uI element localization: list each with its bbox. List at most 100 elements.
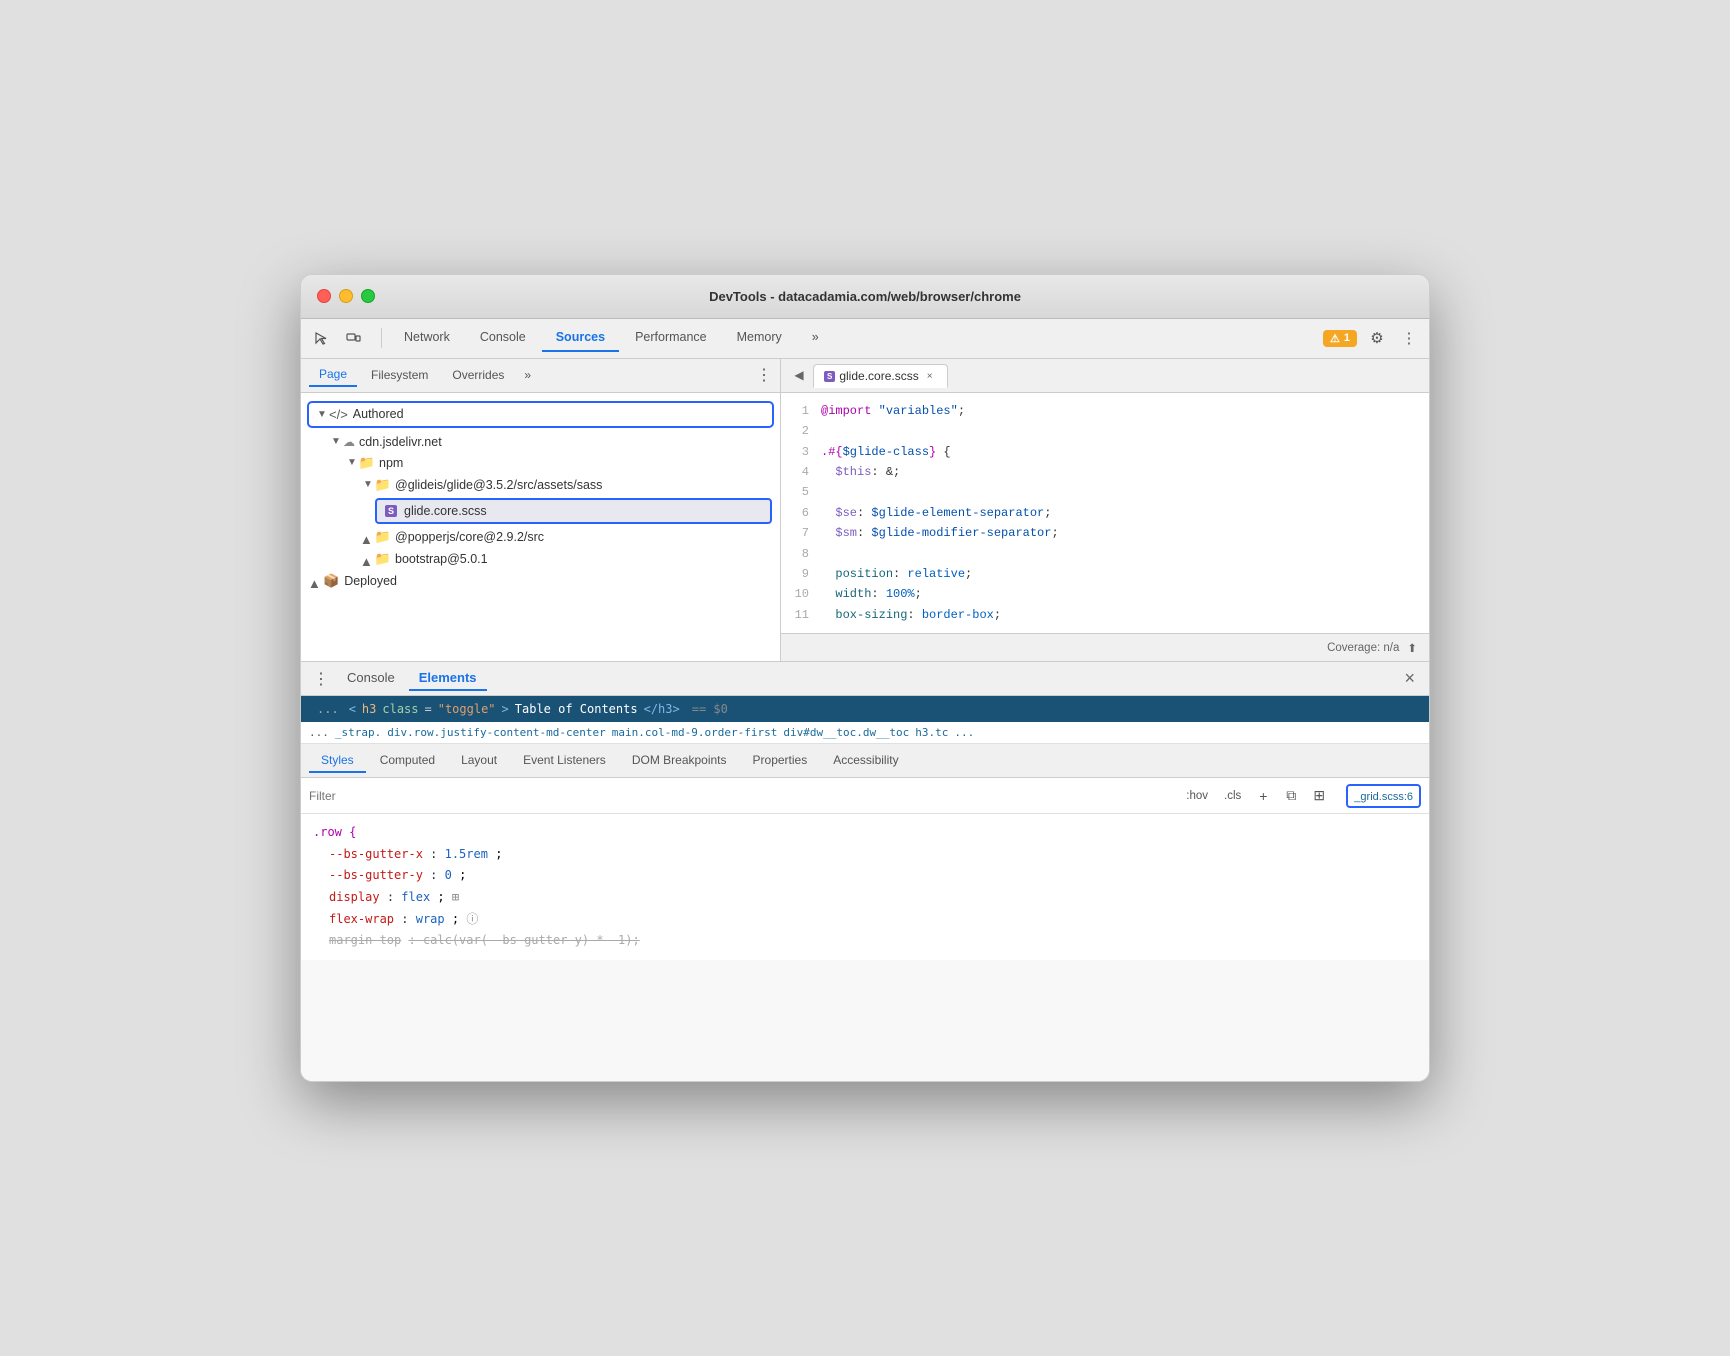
- line-num-5: 5: [781, 482, 821, 502]
- tree-popperjs[interactable]: ▶ 📁 @popperjs/core@2.9.2/src: [301, 526, 780, 548]
- deployed-arrow: ▶: [309, 574, 323, 588]
- device-toggle-icon[interactable]: [341, 326, 365, 350]
- code-line-6: 6 $se: $glide-element-separator;: [781, 503, 1429, 523]
- css-value-1: 1.5rem: [445, 847, 488, 861]
- code-editor[interactable]: 1 @import "variables"; 2 3 .#{$glide-cla…: [781, 393, 1429, 633]
- more-menu-icon[interactable]: ⋮: [1397, 326, 1421, 350]
- close-button[interactable]: [317, 289, 331, 303]
- code-line-2: 2: [781, 421, 1429, 441]
- line-num-7: 7: [781, 523, 821, 543]
- cdn-arrow: ▼: [329, 435, 343, 449]
- tree-npm[interactable]: ▼ 📁 npm: [301, 452, 780, 474]
- css-colon-1: :: [430, 847, 444, 861]
- filter-cls-btn[interactable]: .cls: [1219, 788, 1246, 804]
- bc-item-3[interactable]: main.col-md-9.order-first: [612, 726, 778, 739]
- line-num-8: 8: [781, 544, 821, 564]
- css-prop-row-3: display : flex ; ⊞: [313, 887, 1417, 909]
- tab-filesystem[interactable]: Filesystem: [361, 364, 438, 386]
- secondary-tabs-dots[interactable]: ⋮: [756, 365, 772, 385]
- bootstrap-label: bootstrap@5.0.1: [395, 552, 488, 566]
- tree-bootstrap[interactable]: ▶ 📁 bootstrap@5.0.1: [301, 548, 780, 570]
- style-tab-dom-breakpoints[interactable]: DOM Breakpoints: [620, 749, 739, 773]
- display-flex-icon[interactable]: ⊞: [452, 890, 459, 904]
- tab-console-bottom[interactable]: Console: [337, 666, 405, 691]
- settings-icon[interactable]: ⚙: [1365, 326, 1389, 350]
- css-prop-row-5: margin-top : calc(var(--bs-gutter-y) * -…: [313, 930, 1417, 952]
- filter-buttons: :hov .cls + ⧉ ⊞: [1181, 785, 1330, 807]
- tree-deployed[interactable]: ▶ 📦 Deployed: [301, 570, 780, 592]
- code-tab-close-btn[interactable]: ×: [923, 369, 937, 383]
- secondary-tabs-more[interactable]: »: [518, 366, 537, 384]
- tab-elements-bottom[interactable]: Elements: [409, 666, 487, 691]
- css-prop-4: flex-wrap: [329, 912, 394, 926]
- source-link[interactable]: _grid.scss:6: [1354, 791, 1413, 803]
- line-num-4: 4: [781, 462, 821, 482]
- code-panel: ◀ S glide.core.scss × 1 @import "variabl…: [781, 359, 1429, 661]
- code-line-3: 3 .#{$glide-class} {: [781, 442, 1429, 462]
- line-num-3: 3: [781, 442, 821, 462]
- style-tab-accessibility[interactable]: Accessibility: [821, 749, 910, 773]
- code-line-7: 7 $sm: $glide-modifier-separator;: [781, 523, 1429, 543]
- style-tab-event-listeners[interactable]: Event Listeners: [511, 749, 618, 773]
- style-tab-styles[interactable]: Styles: [309, 749, 366, 773]
- top-toolbar: Network Console Sources Performance Memo…: [301, 319, 1429, 359]
- style-tab-properties[interactable]: Properties: [741, 749, 820, 773]
- css-value-2: 0: [445, 868, 452, 882]
- tree-glide-core-scss[interactable]: S glide.core.scss: [377, 500, 770, 522]
- selected-el-content: Table of Contents: [515, 702, 638, 716]
- authored-item[interactable]: ▼ </> Authored: [309, 403, 772, 426]
- style-tab-computed[interactable]: Computed: [368, 749, 447, 773]
- bottom-toolbar-dots[interactable]: ⋮: [309, 667, 333, 691]
- filter-plus-btn[interactable]: +: [1252, 785, 1274, 807]
- filter-input[interactable]: [309, 789, 1173, 803]
- flex-wrap-info-icon[interactable]: ⓘ: [466, 912, 478, 926]
- css-prop-1: --bs-gutter-x: [329, 847, 423, 861]
- npm-folder-icon: 📁: [359, 455, 375, 471]
- bc-item-5[interactable]: h3.tc: [915, 726, 948, 739]
- tree-glideis[interactable]: ▼ 📁 @glideis/glide@3.5.2/src/assets/sass: [301, 474, 780, 496]
- main-tab-nav: Network Console Sources Performance Memo…: [390, 324, 1319, 352]
- inspect-icon[interactable]: [309, 326, 333, 350]
- domain-icon: ☁: [343, 435, 355, 449]
- npm-label: npm: [379, 456, 403, 470]
- code-tab-glide-core-scss[interactable]: S glide.core.scss ×: [813, 364, 948, 388]
- minimize-button[interactable]: [339, 289, 353, 303]
- bottom-panel-close-btn[interactable]: ×: [1398, 666, 1421, 691]
- devtools-body: Network Console Sources Performance Memo…: [301, 319, 1429, 1081]
- bottom-toolbar: ⋮ Console Elements ×: [301, 662, 1429, 696]
- tab-console[interactable]: Console: [466, 324, 540, 352]
- line-content-11: box-sizing: border-box;: [821, 605, 1001, 625]
- bc-item-4[interactable]: div#dw__toc.dw__toc: [783, 726, 909, 739]
- bootstrap-arrow: ▶: [361, 552, 375, 566]
- cdn-label: cdn.jsdelivr.net: [359, 435, 442, 449]
- css-colon-5: :: [408, 933, 422, 947]
- tab-performance[interactable]: Performance: [621, 324, 721, 352]
- bc-item-6[interactable]: ...: [954, 726, 974, 739]
- bc-item-2[interactable]: div.row.justify-content-md-center: [387, 726, 606, 739]
- tab-network[interactable]: Network: [390, 324, 464, 352]
- tab-memory[interactable]: Memory: [723, 324, 796, 352]
- filter-hov-btn[interactable]: :hov: [1181, 788, 1213, 804]
- line-content-2: [821, 421, 828, 441]
- css-value-3: flex: [401, 890, 430, 904]
- tab-more[interactable]: »: [798, 324, 833, 352]
- titlebar: DevTools - datacadamia.com/web/browser/c…: [301, 275, 1429, 319]
- coverage-expand-icon[interactable]: ⬆: [1407, 641, 1417, 655]
- bootstrap-folder-icon: 📁: [375, 551, 391, 567]
- bc-item-1[interactable]: _strap.: [335, 726, 381, 739]
- fullscreen-button[interactable]: [361, 289, 375, 303]
- tree-domain-cdn[interactable]: ▼ ☁ cdn.jsdelivr.net: [301, 432, 780, 452]
- tab-sources[interactable]: Sources: [542, 324, 619, 352]
- code-panel-back-icon[interactable]: ◀: [789, 365, 809, 385]
- css-prop-5: margin-top: [329, 933, 401, 947]
- style-tab-layout[interactable]: Layout: [449, 749, 509, 773]
- tab-page[interactable]: Page: [309, 363, 357, 387]
- code-line-10: 10 width: 100%;: [781, 584, 1429, 604]
- tab-overrides[interactable]: Overrides: [442, 364, 514, 386]
- css-prop-2: --bs-gutter-y: [329, 868, 423, 882]
- breadcrumb-ellipsis[interactable]: ...: [309, 726, 329, 739]
- filter-copy-btn[interactable]: ⧉: [1280, 785, 1302, 807]
- filter-layout-btn[interactable]: ⊞: [1308, 785, 1330, 807]
- css-colon-2: :: [430, 868, 444, 882]
- notification-badge[interactable]: ⚠ 1: [1323, 330, 1357, 347]
